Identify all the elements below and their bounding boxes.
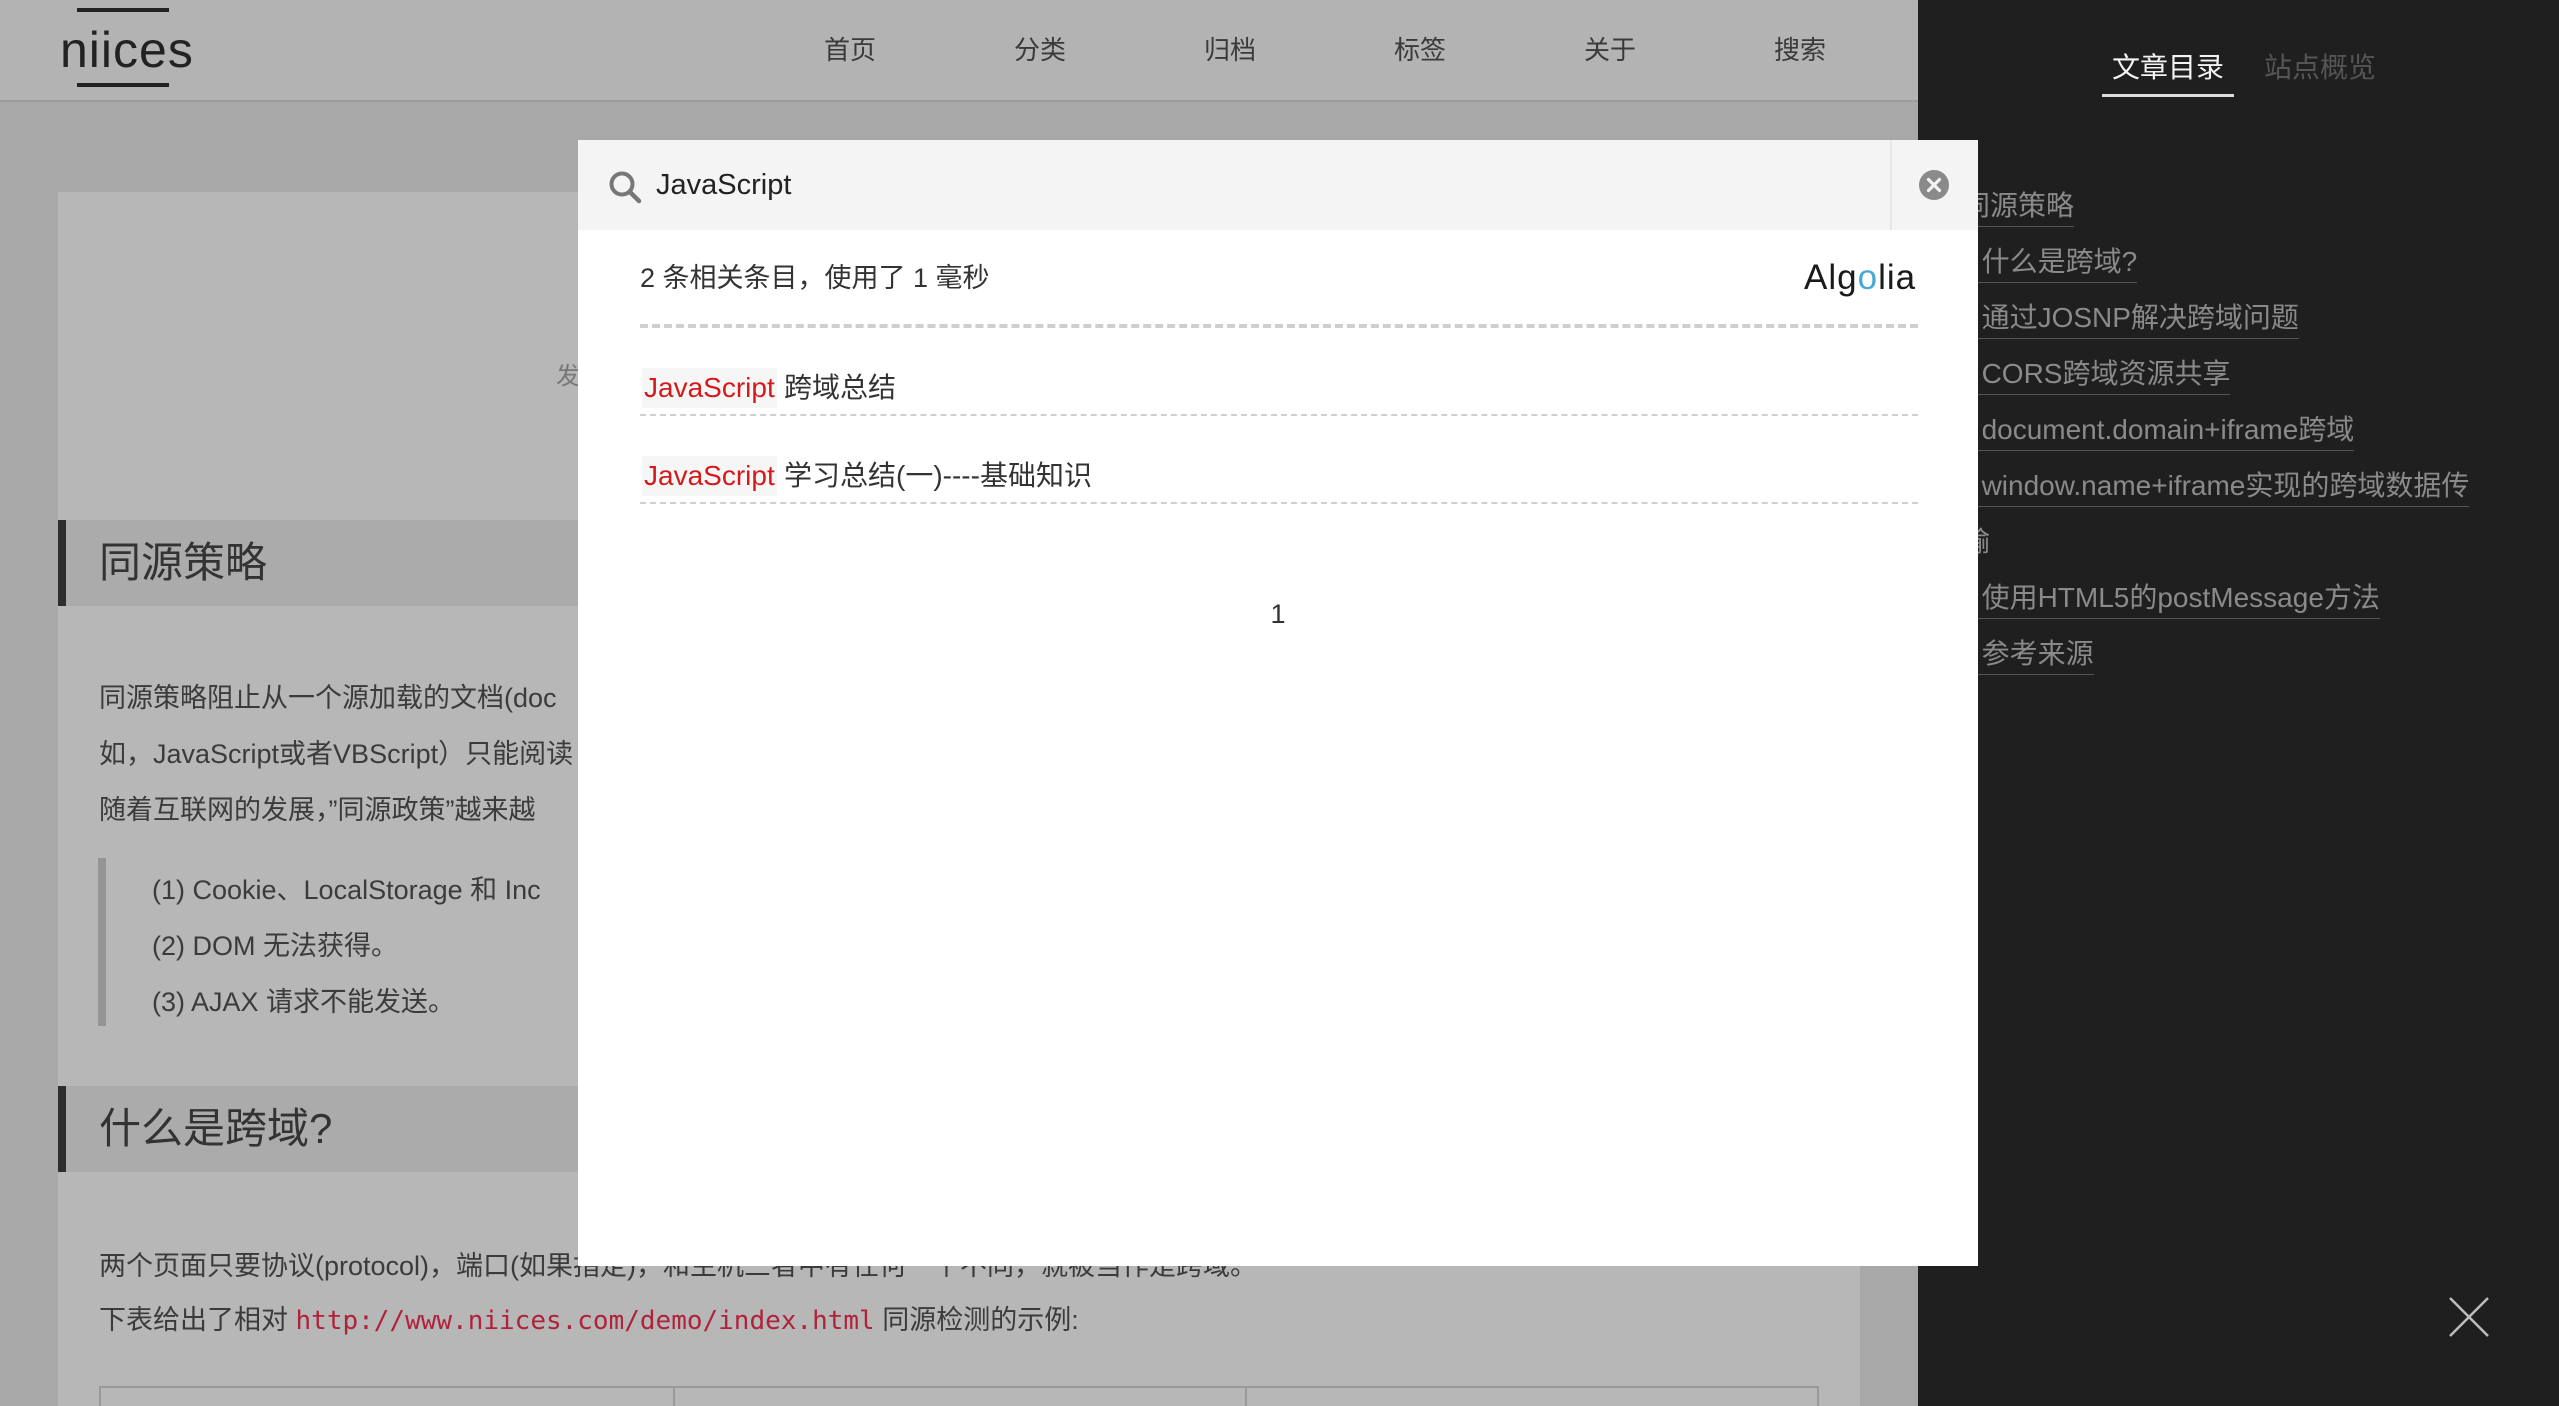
result-title: 学习总结(一)----基础知识	[784, 460, 1092, 491]
algolia-logo-text: lia	[1878, 258, 1917, 297]
tab-site-overview[interactable]: 站点概览	[2264, 48, 2376, 88]
paragraph-line: 随着互联网的发展，”同源政策”越来越	[99, 795, 536, 825]
toc-item[interactable]: . window.name+iframe实现的跨域数据传	[1966, 466, 2470, 507]
section-heading-text: 同源策略	[99, 539, 268, 586]
blockquote-bar	[98, 858, 106, 1026]
toc-label: document.domain+iframe跨域	[1981, 414, 2355, 445]
table-column-divider	[673, 1388, 675, 1406]
logo-bottom-bar	[77, 83, 169, 87]
search-result-item[interactable]: JavaScript 跨域总结	[640, 358, 1918, 416]
blockquote-line: (2) DOM 无法获得。	[152, 931, 398, 961]
nav-home[interactable]: 首页	[755, 30, 945, 70]
toc-item[interactable]: . 通过JOSNP解决跨域问题	[1966, 298, 2299, 339]
toc-label: 什么是跨域?	[1981, 246, 2138, 277]
paragraph-line: 如，JavaScript或者VBScript）只能阅读	[99, 739, 574, 769]
origin-table	[99, 1386, 1819, 1406]
logo-text: niices	[60, 22, 194, 78]
nav-archives[interactable]: 归档	[1135, 30, 1325, 70]
close-icon[interactable]	[2448, 1296, 2490, 1338]
search-result-item[interactable]: JavaScript 学习总结(一)----基础知识	[640, 446, 1918, 504]
toc-label: 使用HTML5的postMessage方法	[1981, 582, 2380, 613]
toc-label: 通过JOSNP解决跨域问题	[1981, 302, 2299, 333]
search-popup: 2 条相关条目，使用了 1 毫秒 Algolia JavaScript 跨域总结…	[578, 140, 1978, 1266]
main-nav: 首页 分类 归档 标签 关于 搜索	[755, 30, 1895, 70]
toc-item[interactable]: . 使用HTML5的postMessage方法	[1966, 578, 2380, 619]
nav-search[interactable]: 搜索	[1705, 30, 1895, 70]
algolia-logo-accent: o	[1857, 258, 1879, 297]
toc-label: 参考来源	[1981, 638, 2094, 669]
site-logo[interactable]: niices	[60, 8, 194, 92]
post-meta: 发	[556, 363, 580, 390]
table-column-divider	[1245, 1388, 1247, 1406]
toc-item[interactable]: . document.domain+iframe跨域	[1966, 410, 2355, 451]
algolia-logo[interactable]: Algolia	[1804, 256, 1916, 300]
search-icon	[608, 170, 642, 204]
toc-item[interactable]: . 什么是跨域?	[1966, 242, 2138, 283]
inline-code-url: http://www.niices.com/demo/index.html	[295, 1306, 875, 1336]
toc-label: 同源策略	[1962, 190, 2075, 221]
header-divider	[1890, 140, 1892, 230]
toc-label: window.name+iframe实现的跨域数据传	[1981, 470, 2470, 501]
stats-divider	[640, 324, 1918, 328]
search-input[interactable]	[656, 160, 1856, 210]
blockquote-line: (3) AJAX 请求不能发送。	[152, 987, 456, 1017]
pagination-page-1[interactable]: 1	[1258, 594, 1298, 634]
paragraph-line: 同源策略阻止从一个源加载的文档(doc	[99, 683, 557, 713]
result-highlight: JavaScript	[642, 456, 777, 496]
tab-toc[interactable]: 文章目录	[2102, 48, 2235, 97]
paragraph-text: 同源检测的示例:	[874, 1305, 1079, 1335]
nav-about[interactable]: 关于	[1515, 30, 1705, 70]
search-stats: 2 条相关条目，使用了 1 毫秒	[640, 263, 990, 293]
toc-item[interactable]: 同源策略	[1962, 186, 2075, 227]
paragraph-line: 下表给出了相对 http://www.niices.com/demo/index…	[99, 1298, 1079, 1337]
nav-categories[interactable]: 分类	[945, 30, 1135, 70]
site-header: niices 首页 分类 归档 标签 关于 搜索	[0, 0, 1918, 102]
logo-top-bar	[77, 8, 169, 12]
result-highlight: JavaScript	[642, 368, 777, 408]
result-title: 跨域总结	[784, 372, 897, 403]
toc-item[interactable]: . 参考来源	[1966, 634, 2094, 675]
search-header	[578, 140, 1978, 230]
page: niices 首页 分类 归档 标签 关于 搜索 发 同源策略 同源策略阻止从一…	[0, 0, 2559, 1406]
section-heading-text: 什么是跨域?	[99, 1105, 333, 1152]
toc-label: CORS跨域资源共享	[1981, 358, 2231, 389]
clear-circle-icon[interactable]	[1918, 169, 1950, 201]
nav-tags[interactable]: 标签	[1325, 30, 1515, 70]
algolia-logo-text: Alg	[1804, 258, 1858, 297]
blockquote-line: (1) Cookie、LocalStorage 和 Inc	[152, 875, 541, 905]
paragraph-text: 下表给出了相对	[99, 1305, 296, 1335]
toc-item[interactable]: . CORS跨域资源共享	[1966, 354, 2231, 395]
